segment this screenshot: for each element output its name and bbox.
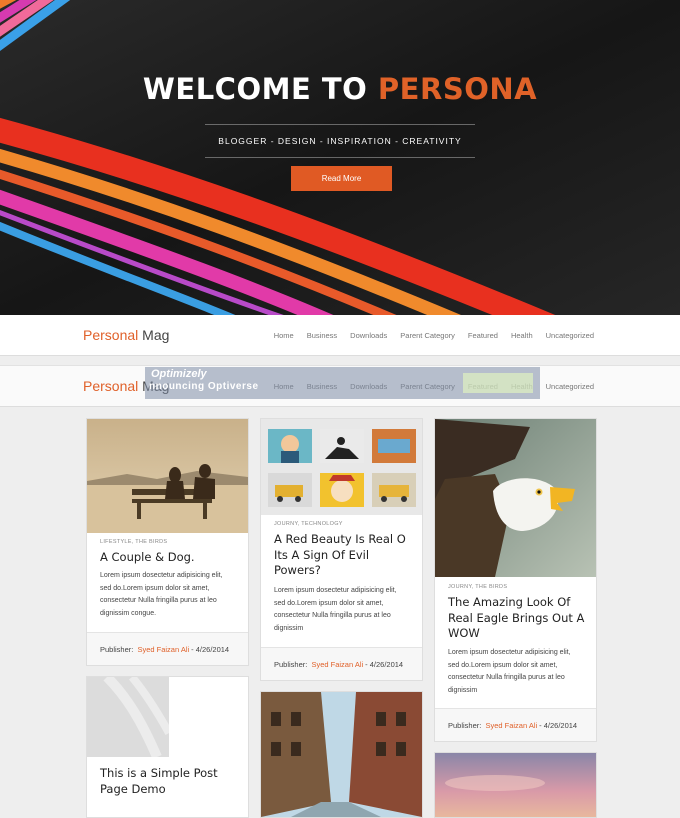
post-card[interactable]: JOURNY, TECHNOLOGY A Red Beauty Is Real … xyxy=(260,418,423,681)
excerpt-line: Lorem ipsum dosectetur adipisicing elit, xyxy=(274,587,397,594)
post-footer: Publisher: Syed Faizan Ali - 4/26/2014 xyxy=(435,708,596,741)
post-card[interactable]: JOURNY, THE BIRDS The Amazing Look Of Re… xyxy=(434,418,597,742)
post-card[interactable]: LIFESTYLE, THE BIRDS A Couple & Dog. Lor… xyxy=(86,418,249,666)
post-title[interactable]: The Amazing Look Of Real Eagle Brings Ou… xyxy=(448,595,584,642)
post-thumbnail-sky[interactable] xyxy=(435,753,596,817)
site-logo-personal: Personal xyxy=(83,327,139,343)
publisher-label: Publisher: xyxy=(100,644,134,654)
title-line: WOW xyxy=(448,626,480,640)
post-title[interactable]: This is a Simple Post Page Demo xyxy=(100,766,218,797)
post-category[interactable]: JOURNY, TECHNOLOGY xyxy=(274,521,343,527)
title-line: Powers? xyxy=(274,563,321,577)
hero-tagline: BLOGGER - DESIGN - INSPIRATION - CREATIV… xyxy=(218,136,462,146)
site-logo[interactable]: Personal Mag xyxy=(83,327,169,343)
excerpt-line: sed do.Lorem ipsum dolor sit amet, xyxy=(448,661,558,669)
nav-item-featured[interactable]: Featured xyxy=(468,331,498,340)
nav-item-home[interactable]: Home xyxy=(274,331,294,340)
post-card[interactable] xyxy=(434,752,597,818)
title-line: Page Demo xyxy=(100,781,166,796)
hero-title-brand: PERSONA xyxy=(377,72,538,106)
ad-logo: Optimizely xyxy=(151,368,207,380)
publisher-label: Publisher: xyxy=(274,659,308,669)
excerpt-line: dignissim xyxy=(448,686,478,694)
advertisement-banner[interactable]: Optimizely nnouncing Optiverse xyxy=(145,367,540,399)
ad-highlight xyxy=(463,373,533,393)
post-category[interactable]: LIFESTYLE, THE BIRDS xyxy=(100,539,167,545)
main-navbar: Personal Mag Home Business Downloads Par… xyxy=(0,315,680,356)
excerpt-line: sed do.Lorem ipsum dolor sit amet, xyxy=(100,584,210,592)
hero-divider-top xyxy=(205,124,475,125)
post-excerpt: Lorem ipsum dosectetur adipisicing elit,… xyxy=(448,647,571,697)
nav-item-parent-category[interactable]: Parent Category xyxy=(400,331,455,340)
excerpt-line: consectetur Nulla fringilla purus at leo xyxy=(100,597,217,604)
excerpt-line: sed do.Lorem ipsum dolor sit amet, xyxy=(274,599,384,607)
post-thumbnail-couple[interactable] xyxy=(87,419,248,533)
ad-headline: nnouncing Optiverse xyxy=(149,381,259,392)
sticky-nav-uncategorized[interactable]: Uncategorized xyxy=(546,382,594,391)
nav-item-health[interactable]: Health xyxy=(511,331,533,340)
hero-banner: WELCOME TO PERSONA BLOGGER - DESIGN - IN… xyxy=(0,0,680,315)
excerpt-line: Lorem ipsum dosectetur adipisicing elit, xyxy=(100,572,223,579)
title-line: The Amazing Look Of xyxy=(448,595,571,609)
author-link[interactable]: Syed Faizan Ali xyxy=(311,660,363,669)
post-thumbnail-street[interactable] xyxy=(261,692,422,817)
author-link[interactable]: Syed Faizan Ali xyxy=(485,721,537,730)
title-line: Real Eagle Brings Out A xyxy=(448,610,585,625)
excerpt-line: dignissim xyxy=(274,624,304,632)
post-card[interactable]: This is a Simple Post Page Demo xyxy=(86,676,249,818)
hero-title: WELCOME TO PERSONA xyxy=(0,72,680,106)
post-thumbnail-eagle[interactable] xyxy=(435,419,596,577)
excerpt-line: dignissim congue. xyxy=(100,609,157,617)
post-title[interactable]: A Couple & Dog. xyxy=(100,550,195,566)
sticky-logo-personal: Personal xyxy=(83,378,139,394)
post-card[interactable] xyxy=(260,691,423,818)
post-category[interactable]: JOURNY, THE BIRDS xyxy=(448,584,507,590)
post-date: - 4/26/2014 xyxy=(539,720,578,730)
author-link[interactable]: Syed Faizan Ali xyxy=(137,645,189,654)
nav-menu: Home Business Downloads Parent Category … xyxy=(261,331,594,340)
post-excerpt: Lorem ipsum dosectetur adipisicing elit,… xyxy=(100,570,223,620)
excerpt-line: consectetur Nulla fringilla purus at leo xyxy=(274,612,391,619)
post-thumbnail-placeholder[interactable] xyxy=(87,677,169,757)
post-footer: Publisher: Syed Faizan Ali - 4/26/2014 xyxy=(261,647,422,680)
nav-item-uncategorized[interactable]: Uncategorized xyxy=(546,331,594,340)
post-excerpt: Lorem ipsum dosectetur adipisicing elit,… xyxy=(274,585,397,635)
title-line: A Red Beauty Is Real O xyxy=(274,532,406,546)
read-more-button[interactable]: Read More xyxy=(291,166,392,191)
post-footer: Publisher: Syed Faizan Ali - 4/26/2014 xyxy=(87,632,248,665)
post-date: - 4/26/2014 xyxy=(365,659,404,669)
nav-item-downloads[interactable]: Downloads xyxy=(350,331,387,340)
post-thumbnail-cartoon[interactable] xyxy=(261,419,422,515)
title-line: Its A Sign Of Evil xyxy=(274,547,370,562)
site-logo-mag: Mag xyxy=(138,327,170,343)
excerpt-line: Lorem ipsum dosectetur adipisicing elit, xyxy=(448,649,571,656)
post-title[interactable]: A Red Beauty Is Real O Its A Sign Of Evi… xyxy=(274,532,406,579)
nav-item-business[interactable]: Business xyxy=(307,331,337,340)
hero-divider-bottom xyxy=(205,157,475,158)
hero-title-welcome: WELCOME TO xyxy=(142,72,378,106)
excerpt-line: consectetur Nulla fringilla purus at leo xyxy=(448,674,565,681)
title-line: This is a Simple Post xyxy=(100,766,218,780)
post-date: - 4/26/2014 xyxy=(191,644,230,654)
publisher-label: Publisher: xyxy=(448,720,482,730)
